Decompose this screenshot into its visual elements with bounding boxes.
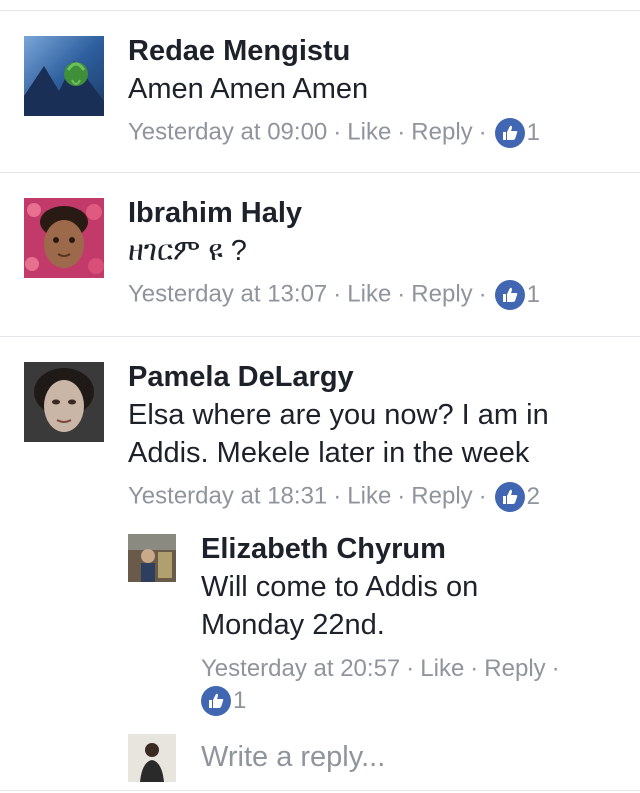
- top-divider: [0, 10, 640, 11]
- like-reaction-icon[interactable]: [201, 685, 231, 716]
- like-button[interactable]: Like: [347, 119, 391, 146]
- write-reply-input[interactable]: Write a reply...: [201, 738, 601, 776]
- comment-text: ዘገርም ዩ ?: [128, 235, 247, 267]
- portrait-avatar-icon: [24, 362, 104, 442]
- reply-author-avatar-icon: [128, 534, 176, 582]
- reply-button[interactable]: Reply: [411, 483, 472, 510]
- separator: ·: [478, 280, 487, 308]
- separator: ·: [333, 280, 342, 308]
- like-reaction-icon[interactable]: [494, 481, 525, 512]
- current-user-avatar: [128, 734, 176, 782]
- comment-author[interactable]: Ibrahim Haly: [128, 194, 618, 232]
- comment-divider: [0, 336, 640, 337]
- separator: ·: [470, 655, 479, 683]
- child-photo-avatar-icon: [24, 198, 104, 278]
- separator: ·: [406, 655, 415, 683]
- comment-divider: [0, 172, 640, 173]
- like-button[interactable]: Like: [347, 483, 391, 510]
- current-user-avatar-icon: [128, 734, 176, 782]
- comment-timestamp[interactable]: Yesterday at 09:00: [128, 119, 327, 146]
- avatar[interactable]: [128, 534, 176, 582]
- comment-meta: Yesterday at 09:00 · Like · Reply · 1: [128, 116, 618, 149]
- comment-text: Elsa where are you now? I am in Addis. M…: [128, 399, 549, 469]
- reaction-count[interactable]: 1: [527, 281, 540, 308]
- reply-text: Will come to Addis on Monday 22nd.: [201, 571, 479, 641]
- comment-author[interactable]: Redae Mengistu: [128, 32, 618, 70]
- avatar[interactable]: [24, 198, 104, 278]
- comment-meta: Yesterday at 18:31 · Like · Reply · 2: [128, 480, 628, 513]
- like-button[interactable]: Like: [420, 655, 464, 682]
- separator: ·: [478, 118, 487, 146]
- comment-text: Amen Amen Amen: [128, 73, 369, 105]
- comment-timestamp[interactable]: Yesterday at 18:31: [128, 483, 327, 510]
- landscape-avatar-icon: [24, 36, 104, 116]
- avatar[interactable]: [24, 36, 104, 116]
- like-button[interactable]: Like: [347, 281, 391, 308]
- separator: ·: [551, 655, 560, 683]
- reaction-count[interactable]: 1: [527, 119, 540, 146]
- reply-button[interactable]: Reply: [484, 655, 545, 682]
- separator: ·: [478, 482, 487, 510]
- reply-author[interactable]: Elizabeth Chyrum: [201, 530, 621, 568]
- reaction-count[interactable]: 2: [527, 483, 540, 510]
- comment-timestamp[interactable]: Yesterday at 13:07: [128, 281, 327, 308]
- reaction-count[interactable]: 1: [233, 687, 246, 714]
- separator: ·: [333, 482, 342, 510]
- like-reaction-icon[interactable]: [494, 279, 525, 310]
- reply-button[interactable]: Reply: [411, 119, 472, 146]
- comment-meta: Yesterday at 13:07 · Like · Reply · 1: [128, 278, 618, 311]
- separator: ·: [397, 280, 406, 308]
- separator: ·: [333, 118, 342, 146]
- comment-author[interactable]: Pamela DeLargy: [128, 358, 628, 396]
- bottom-divider: [0, 790, 640, 791]
- reply-meta: Yesterday at 20:57 · Like · Reply · 1: [201, 652, 611, 716]
- separator: ·: [397, 118, 406, 146]
- reply-timestamp[interactable]: Yesterday at 20:57: [201, 655, 400, 682]
- reply-button[interactable]: Reply: [411, 281, 472, 308]
- like-reaction-icon[interactable]: [494, 117, 525, 148]
- avatar[interactable]: [24, 362, 104, 442]
- separator: ·: [397, 482, 406, 510]
